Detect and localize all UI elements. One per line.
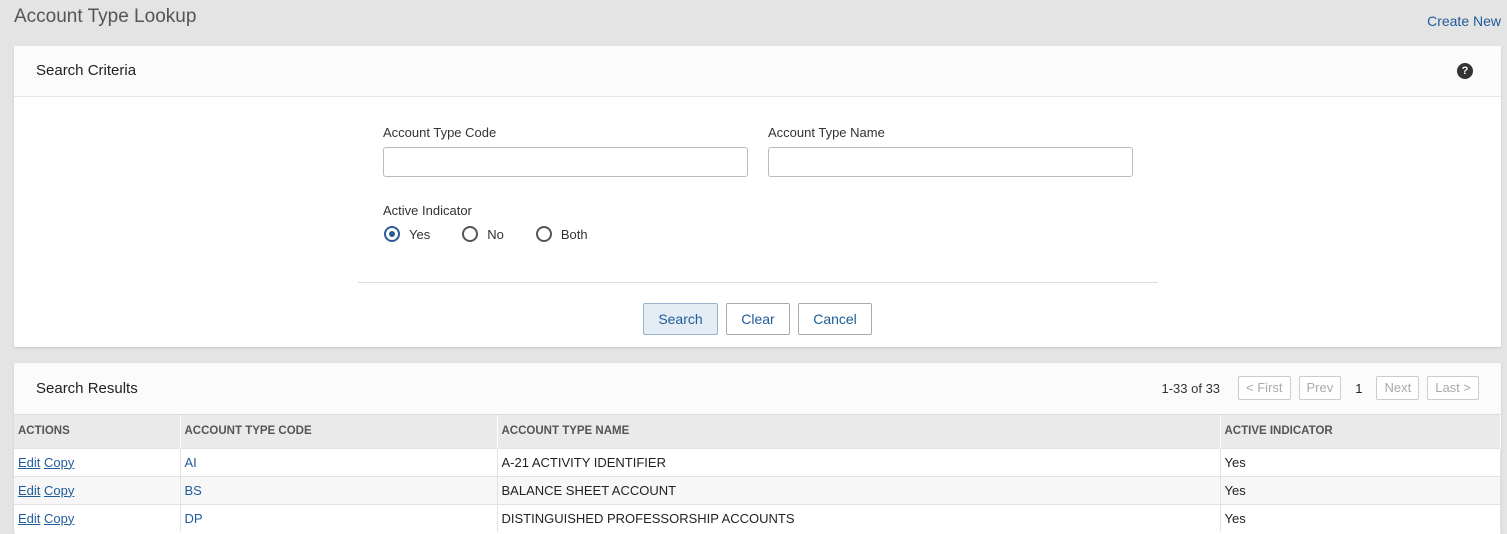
name-cell: BALANCE SHEET ACCOUNT — [497, 475, 1221, 504]
search-results-header: Search Results 1-33 of 33 < First Prev 1… — [14, 363, 1501, 415]
result-range: 1-33 of 33 — [1161, 380, 1221, 396]
column-header-actions[interactable]: ACTIONS — [14, 415, 181, 448]
account-type-name-input[interactable] — [768, 147, 1133, 177]
active-indicator-label: Active Indicator — [383, 203, 472, 218]
current-page-number: 1 — [1355, 380, 1363, 396]
radio-label-no: No — [487, 226, 504, 242]
table-row: Edit Copy AI A-21 ACTIVITY IDENTIFIER Ye… — [14, 447, 1501, 476]
radio-label-yes: Yes — [409, 226, 431, 242]
code-cell: AI — [180, 447, 498, 476]
actions-cell: Edit Copy — [14, 447, 181, 476]
active-cell: Yes — [1220, 475, 1501, 504]
account-type-code-link[interactable]: AI — [185, 455, 197, 470]
account-type-code-link[interactable]: DP — [185, 511, 203, 526]
code-cell: BS — [180, 475, 498, 504]
actions-cell: Edit Copy — [14, 475, 181, 504]
account-type-code-link[interactable]: BS — [185, 483, 202, 498]
first-page-button[interactable]: < First — [1238, 376, 1291, 400]
edit-link[interactable]: Edit — [18, 511, 40, 526]
edit-link[interactable]: Edit — [18, 455, 40, 470]
pagination: 1-33 of 33 < First Prev 1 Next Last > — [1161, 376, 1479, 400]
clear-button[interactable]: Clear — [726, 303, 790, 335]
search-criteria-title: Search Criteria — [36, 62, 137, 79]
name-cell: DISTINGUISHED PROFESSORSHIP ACCOUNTS — [497, 503, 1221, 532]
last-page-button[interactable]: Last > — [1427, 376, 1479, 400]
radio-selected-icon[interactable] — [384, 226, 400, 242]
cancel-button[interactable]: Cancel — [798, 303, 872, 335]
column-header-code[interactable]: ACCOUNT TYPE CODE — [180, 415, 498, 448]
next-page-button[interactable]: Next — [1376, 376, 1420, 400]
copy-link[interactable]: Copy — [44, 455, 74, 470]
column-header-name[interactable]: ACCOUNT TYPE NAME — [497, 415, 1221, 448]
results-table: ACTIONS ACCOUNT TYPE CODE ACCOUNT TYPE N… — [14, 415, 1501, 532]
criteria-divider — [358, 282, 1158, 283]
search-criteria-panel: Search Criteria ? Account Type Code Acco… — [14, 46, 1501, 347]
radio-unselected-icon[interactable] — [535, 226, 552, 242]
edit-link[interactable]: Edit — [18, 483, 40, 498]
active-indicator-no[interactable]: No — [462, 226, 504, 242]
code-cell: DP — [180, 503, 498, 532]
account-type-code-input[interactable] — [383, 147, 748, 177]
radio-unselected-icon[interactable] — [462, 226, 479, 242]
search-results-panel: Search Results 1-33 of 33 < First Prev 1… — [14, 363, 1501, 534]
radio-label-both: Both — [560, 226, 588, 242]
search-criteria-header: Search Criteria ? — [14, 46, 1501, 97]
active-indicator-both[interactable]: Both — [535, 226, 588, 242]
active-indicator-radio-group: Yes No Both — [384, 226, 620, 242]
name-cell: A-21 ACTIVITY IDENTIFIER — [497, 447, 1221, 476]
table-header-row: ACTIONS ACCOUNT TYPE CODE ACCOUNT TYPE N… — [14, 415, 1501, 448]
copy-link[interactable]: Copy — [44, 511, 74, 526]
account-type-name-label: Account Type Name — [768, 125, 885, 140]
prev-page-button[interactable]: Prev — [1298, 376, 1342, 400]
column-header-active[interactable]: ACTIVE INDICATOR — [1220, 415, 1501, 448]
active-cell: Yes — [1220, 447, 1501, 476]
account-type-code-label: Account Type Code — [383, 125, 497, 140]
create-new-link[interactable]: Create New — [1427, 13, 1501, 29]
copy-link[interactable]: Copy — [44, 483, 74, 498]
actions-cell: Edit Copy — [14, 503, 181, 532]
active-indicator-yes[interactable]: Yes — [384, 226, 430, 242]
search-button[interactable]: Search — [643, 303, 718, 335]
active-cell: Yes — [1220, 503, 1501, 532]
help-icon[interactable]: ? — [1457, 63, 1473, 79]
search-results-title: Search Results — [36, 380, 138, 397]
table-row: Edit Copy DP DISTINGUISHED PROFESSORSHIP… — [14, 503, 1501, 532]
table-row: Edit Copy BS BALANCE SHEET ACCOUNT Yes — [14, 475, 1501, 504]
page-title: Account Type Lookup — [14, 6, 197, 27]
